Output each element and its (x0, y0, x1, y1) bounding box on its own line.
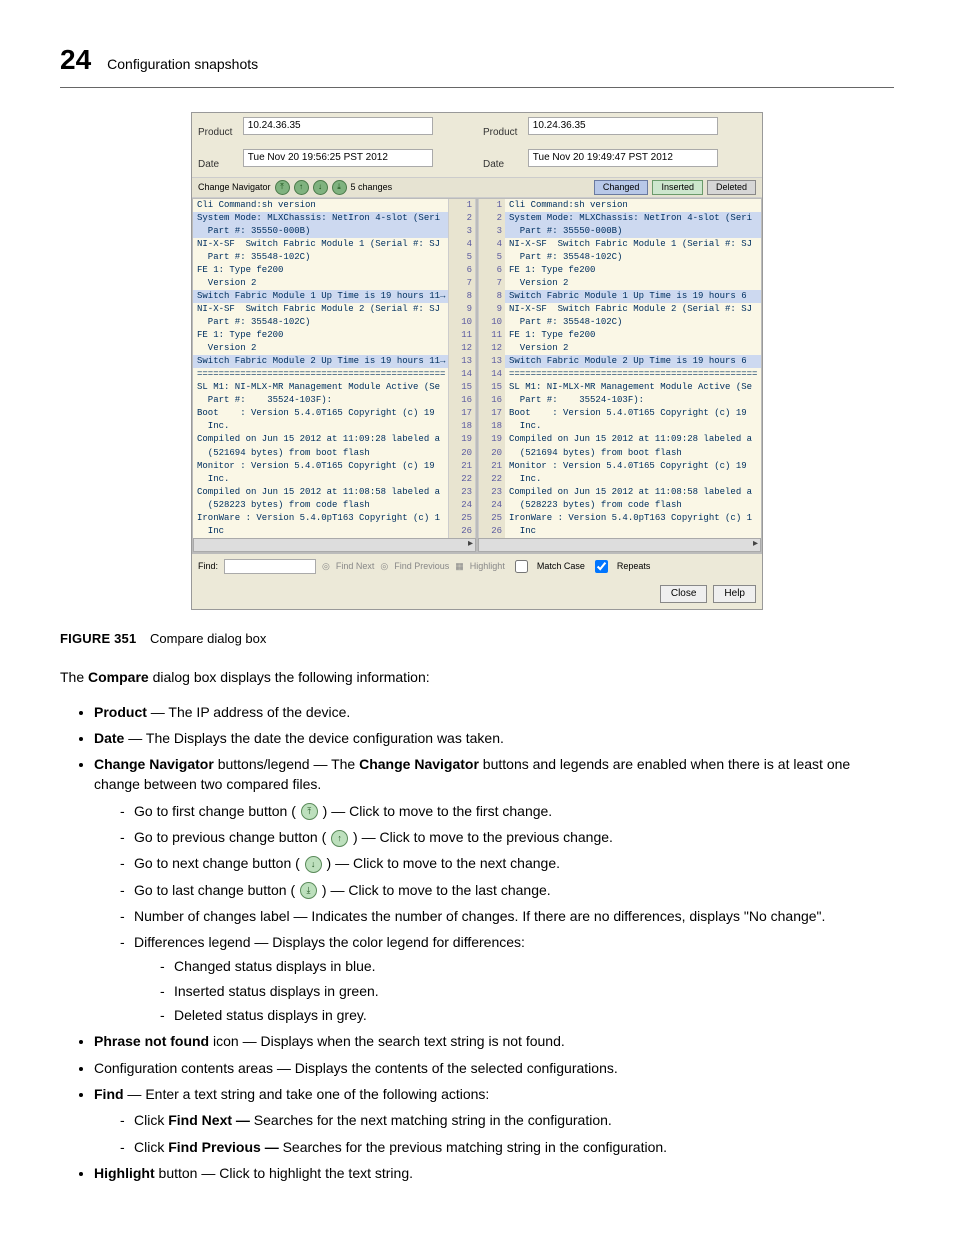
find-input[interactable] (224, 559, 316, 574)
date-field-left[interactable]: Tue Nov 20 19:56:25 PST 2012 (243, 149, 433, 168)
changes-count: 5 changes (351, 181, 393, 194)
intro-paragraph: The Compare dialog box displays the foll… (60, 667, 894, 687)
repeats-label: Repeats (617, 560, 651, 573)
date-field-right[interactable]: Tue Nov 20 19:49:47 PST 2012 (528, 149, 718, 168)
legend-deleted: Deleted (707, 180, 756, 195)
date-label-right: Date (483, 158, 525, 173)
product-label-right: Product (483, 126, 525, 141)
product-field-right[interactable]: 10.24.36.35 (528, 117, 718, 136)
section-title: Configuration snapshots (107, 54, 258, 74)
last-change-icon: ⤓ (300, 882, 317, 899)
legend-changed: Changed (594, 180, 649, 195)
page-header: 24 Configuration snapshots (60, 40, 894, 88)
prev-change-icon: ↑ (331, 830, 348, 847)
figure-number: FIGURE 351 (60, 631, 136, 646)
highlight-button[interactable]: Highlight (470, 560, 505, 573)
page-number: 24 (60, 40, 91, 81)
change-navigator-label: Change Navigator (198, 181, 271, 194)
next-change-icon: ↓ (305, 856, 322, 873)
right-config-pane[interactable]: 1Cli Command:sh version2System Mode: MLX… (477, 198, 762, 553)
compare-dialog: Product 10.24.36.35 Product 10.24.36.35 … (191, 112, 763, 611)
find-previous-button[interactable]: Find Previous (394, 560, 449, 573)
first-change-icon[interactable]: ⤒ (275, 180, 290, 195)
last-change-icon[interactable]: ⤓ (332, 180, 347, 195)
close-button[interactable]: Close (660, 585, 708, 604)
left-config-pane[interactable]: Cli Command:sh version1System Mode: MLXC… (192, 198, 477, 553)
help-button[interactable]: Help (713, 585, 756, 604)
figure-caption: FIGURE 351 Compare dialog box (60, 630, 894, 649)
product-field-left[interactable]: 10.24.36.35 (243, 117, 433, 136)
repeats-checkbox[interactable] (595, 560, 608, 573)
next-change-icon[interactable]: ↓ (313, 180, 328, 195)
prev-change-icon[interactable]: ↑ (294, 180, 309, 195)
date-label-left: Date (198, 158, 240, 173)
product-label-left: Product (198, 126, 240, 141)
match-case-label: Match Case (537, 560, 585, 573)
info-list: Product — The IP address of the device. … (60, 702, 894, 1184)
figure-title: Compare dialog box (150, 631, 266, 646)
match-case-checkbox[interactable] (515, 560, 528, 573)
scrollbar-h-right[interactable] (478, 538, 761, 552)
legend-inserted: Inserted (652, 180, 703, 195)
find-next-button[interactable]: Find Next (336, 560, 375, 573)
first-change-icon: ⤒ (301, 803, 318, 820)
scrollbar-h-left[interactable] (193, 538, 476, 552)
find-label: Find: (198, 560, 218, 573)
